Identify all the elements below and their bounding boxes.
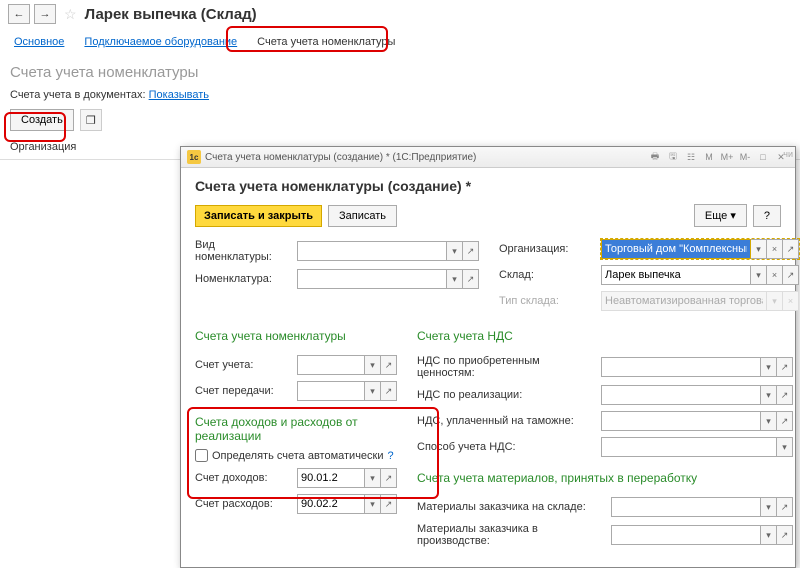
acct-dropdown-icon[interactable]: ▾ (365, 355, 381, 375)
nom-open-icon[interactable]: ↗ (463, 269, 479, 289)
type-open-icon[interactable]: ↗ (463, 241, 479, 261)
vat-sale-dropdown-icon[interactable]: ▾ (761, 385, 777, 405)
trans-dropdown-icon[interactable]: ▾ (365, 381, 381, 401)
wht-dropdown-icon: ▾ (767, 291, 783, 311)
docs-show-link[interactable]: Показывать (149, 89, 209, 101)
vat-customs-input[interactable] (601, 411, 761, 431)
titlebar-mplus-icon[interactable]: M+ (719, 150, 735, 164)
section-subtitle: Счета учета номенклатуры (0, 56, 800, 85)
income-label: Счет доходов: (195, 472, 293, 484)
vat-sale-input[interactable] (601, 385, 761, 405)
auto-accounts-label: Определять счета автоматически (212, 450, 384, 462)
acct-label: Счет учета: (195, 359, 293, 371)
vat-customs-dropdown-icon[interactable]: ▾ (761, 411, 777, 431)
expense-input[interactable] (297, 494, 365, 514)
mat-wh-label: Материалы заказчика на складе: (417, 501, 607, 513)
titlebar-minimize-icon[interactable]: □ (755, 150, 771, 164)
vat-customs-label: НДС, уплаченный на таможне: (417, 415, 597, 427)
expense-open-icon[interactable]: ↗ (381, 494, 397, 514)
page-title: Ларек выпечка (Склад) (85, 6, 257, 23)
nom-dropdown-icon[interactable]: ▾ (447, 269, 463, 289)
wht-label: Тип склада: (499, 295, 597, 307)
titlebar-mminus-icon[interactable]: M- (737, 150, 753, 164)
auto-accounts-help-icon[interactable]: ? (388, 450, 394, 462)
acct-input[interactable] (297, 355, 365, 375)
more-button[interactable]: Еще ▾ (694, 204, 747, 227)
wh-clear-icon[interactable]: × (767, 265, 783, 285)
vat-method-dropdown-icon[interactable]: ▾ (777, 437, 793, 457)
sec-mat-title: Счета учета материалов, принятых в перер… (417, 471, 793, 485)
docs-label: Счета учета в документах: (10, 89, 146, 101)
titlebar-print-icon[interactable]: 🖶 (647, 150, 663, 164)
org-input[interactable] (601, 239, 751, 259)
org-dropdown-icon[interactable]: ▾ (751, 239, 767, 259)
modal-titlebar: 1c Счета учета номенклатуры (создание) *… (181, 147, 795, 168)
expense-label: Счет расходов: (195, 498, 293, 510)
tab-accounts[interactable]: Счета учета номенклатуры (253, 34, 399, 50)
app-logo-icon: 1c (187, 150, 201, 164)
org-clear-icon[interactable]: × (767, 239, 783, 259)
mat-prod-label: Материалы заказчика в производстве: (417, 523, 607, 547)
org-label: Организация: (499, 243, 597, 255)
nom-input[interactable] (297, 269, 447, 289)
mat-prod-dropdown-icon[interactable]: ▾ (761, 525, 777, 545)
vat-customs-open-icon[interactable]: ↗ (777, 411, 793, 431)
modal-window-title: Счета учета номенклатуры (создание) * (1… (205, 152, 643, 163)
wh-label: Склад: (499, 269, 597, 281)
wh-input[interactable] (601, 265, 751, 285)
titlebar-m-icon[interactable]: M (701, 150, 717, 164)
tab-row: Основное Подключаемое оборудование Счета… (0, 28, 800, 56)
copy-icon-button[interactable]: ❐ (80, 109, 102, 131)
trans-input[interactable] (297, 381, 365, 401)
mat-wh-open-icon[interactable]: ↗ (777, 497, 793, 517)
nom-label: Номенклатура: (195, 273, 293, 285)
vat-purchase-input[interactable] (601, 357, 761, 377)
favorite-star-icon[interactable]: ☆ (64, 6, 77, 23)
trans-label: Счет передачи: (195, 385, 293, 397)
income-dropdown-icon[interactable]: ▾ (365, 468, 381, 488)
type-dropdown-icon[interactable]: ▾ (447, 241, 463, 261)
help-button[interactable]: ? (753, 205, 781, 227)
create-button[interactable]: Создать (10, 109, 74, 131)
copy-icon: ❐ (86, 114, 96, 127)
expense-dropdown-icon[interactable]: ▾ (365, 494, 381, 514)
sec-pr-title: Счета доходов и расходов от реализации (195, 415, 397, 443)
mat-prod-open-icon[interactable]: ↗ (777, 525, 793, 545)
wh-open-icon[interactable]: ↗ (783, 265, 799, 285)
sec-vat-title: Счета учета НДС (417, 329, 793, 343)
income-input[interactable] (297, 468, 365, 488)
type-label: Вид номенклатуры: (195, 239, 293, 263)
mat-wh-dropdown-icon[interactable]: ▾ (761, 497, 777, 517)
save-button[interactable]: Записать (328, 205, 397, 227)
save-and-close-button[interactable]: Записать и закрыть (195, 205, 322, 227)
trans-open-icon[interactable]: ↗ (381, 381, 397, 401)
income-open-icon[interactable]: ↗ (381, 468, 397, 488)
vat-purchase-open-icon[interactable]: ↗ (777, 357, 793, 377)
vat-method-label: Способ учета НДС: (417, 441, 597, 453)
mat-prod-input[interactable] (611, 525, 761, 545)
vat-purchase-dropdown-icon[interactable]: ▾ (761, 357, 777, 377)
wht-clear-icon: × (783, 291, 799, 311)
acct-open-icon[interactable]: ↗ (381, 355, 397, 375)
truncated-text: чи (783, 149, 793, 159)
nav-back-button[interactable]: ← (8, 4, 30, 24)
titlebar-calc-icon[interactable]: ☷ (683, 150, 699, 164)
auto-accounts-checkbox[interactable] (195, 449, 208, 462)
type-input[interactable] (297, 241, 447, 261)
modal-heading: Счета учета номенклатуры (создание) * (195, 178, 781, 194)
sec-accounts-title: Счета учета номенклатуры (195, 329, 397, 343)
modal-dialog: 1c Счета учета номенклатуры (создание) *… (180, 146, 796, 568)
tab-equipment[interactable]: Подключаемое оборудование (80, 34, 241, 50)
vat-sale-label: НДС по реализации: (417, 389, 597, 401)
wh-dropdown-icon[interactable]: ▾ (751, 265, 767, 285)
nav-forward-button[interactable]: → (34, 4, 56, 24)
vat-method-input[interactable] (601, 437, 777, 457)
vat-purchase-label: НДС по приобретенным ценностям: (417, 355, 597, 379)
tab-main[interactable]: Основное (10, 34, 68, 50)
org-open-icon[interactable]: ↗ (783, 239, 799, 259)
vat-sale-open-icon[interactable]: ↗ (777, 385, 793, 405)
wht-input (601, 291, 767, 311)
mat-wh-input[interactable] (611, 497, 761, 517)
titlebar-save-icon[interactable]: 🖫 (665, 150, 681, 164)
